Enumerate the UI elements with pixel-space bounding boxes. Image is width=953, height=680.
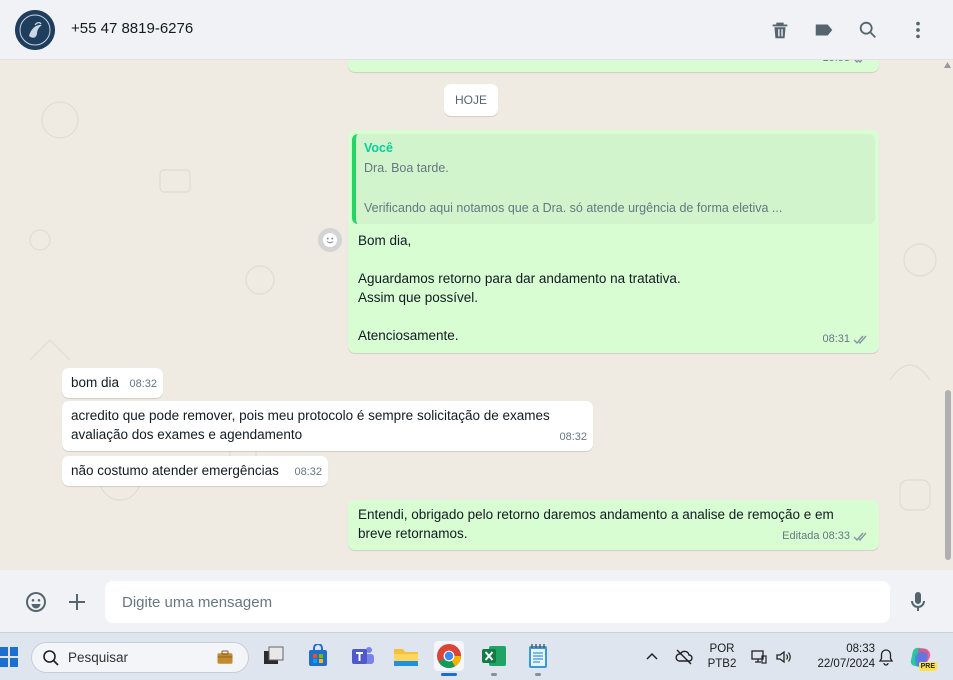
message-time: 15:58 (822, 60, 850, 68)
quote-author: Você (364, 141, 393, 155)
avatar-logo-icon (15, 10, 55, 50)
file-explorer-icon[interactable] (391, 641, 421, 671)
message-text: Bom dia, Aguardamos retorno para dar and… (358, 233, 681, 343)
clock-time: 08:33 (846, 643, 875, 655)
message-text: não costumo atender emergências (71, 463, 279, 478)
notepad-icon[interactable] (523, 641, 553, 676)
windows-taskbar: Pesquisar POR PTB2 08:33 22/07/2024 PRE (0, 632, 953, 680)
network-icon[interactable] (750, 648, 768, 666)
message-meta: 08:32 (559, 428, 587, 447)
message-composer (0, 570, 953, 632)
smiley-icon (323, 233, 337, 247)
volume-icon[interactable] (775, 648, 793, 666)
preview-badge: PRE (918, 662, 937, 671)
chevron-up-icon[interactable] (643, 648, 661, 666)
chat-scrollbar[interactable] (945, 390, 951, 560)
message-time: 08:32 (559, 431, 587, 443)
delete-icon[interactable] (768, 18, 792, 42)
attach-plus-icon[interactable] (64, 589, 90, 615)
microphone-icon[interactable] (905, 589, 931, 615)
language-code: POR (709, 643, 735, 655)
keyboard-layout: PTB2 (707, 658, 737, 670)
contact-name[interactable]: +55 47 8819-6276 (71, 20, 193, 37)
message-time: 08:32 (129, 378, 157, 390)
message-meta: 08:32 (129, 375, 157, 394)
system-clock[interactable]: 08:33 22/07/2024 (805, 642, 875, 672)
message-bubble-outgoing[interactable]: Entendi, obrigado pelo retorno daremos a… (348, 500, 879, 550)
message-time: 08:33 (822, 530, 850, 542)
message-bubble-incoming[interactable]: acredito que pode remover, pois meu prot… (62, 401, 593, 451)
message-text: bom dia (71, 375, 120, 390)
chat-area[interactable]: 15:58 HOJE Você Dra. Boa tarde. Verifica… (0, 60, 953, 570)
cloud-offline-icon[interactable] (675, 648, 693, 666)
quote-text-line: Verificando aqui notamos que a Dra. só a… (364, 201, 783, 215)
copilot-icon[interactable]: PRE (909, 645, 937, 671)
message-meta: 08:31 (822, 330, 869, 349)
label-icon[interactable] (812, 18, 836, 42)
chat-header: +55 47 8819-6276 (0, 0, 953, 60)
message-meta: Editada 08:33 (782, 527, 869, 546)
edited-label: Editada (782, 530, 820, 542)
message-meta: 08:32 (294, 463, 322, 482)
message-bubble-incoming[interactable]: não costumo atender emergências 08:32 (62, 456, 328, 486)
message-bubble-outgoing[interactable]: Você Dra. Boa tarde. Verificando aqui no… (348, 130, 879, 353)
search-icon (43, 649, 59, 666)
quote-text-line: Dra. Boa tarde. (364, 161, 449, 175)
notification-bell-icon[interactable] (877, 648, 895, 666)
search-label: Pesquisar (68, 650, 129, 665)
contact-avatar[interactable] (15, 10, 55, 50)
message-meta: 15:58 (822, 60, 869, 68)
clock-date: 22/07/2024 (817, 658, 875, 670)
microsoft-store-icon[interactable] (303, 641, 333, 671)
quoted-message[interactable]: Você Dra. Boa tarde. Verificando aqui no… (352, 134, 875, 224)
windows-start-icon[interactable] (0, 647, 18, 667)
message-time: 08:32 (294, 466, 322, 478)
emoji-icon[interactable] (23, 589, 49, 615)
message-bubble-previous[interactable]: 15:58 (348, 60, 879, 72)
date-chip: HOJE (444, 84, 498, 116)
react-emoji-button[interactable] (318, 228, 342, 252)
input-language[interactable]: POR PTB2 (706, 642, 738, 672)
menu-icon[interactable] (906, 18, 930, 42)
chrome-icon[interactable] (434, 641, 464, 676)
message-bubble-incoming[interactable]: bom dia 08:32 (62, 368, 163, 398)
teams-icon[interactable] (348, 641, 378, 671)
briefcase-icon (217, 650, 233, 664)
message-input[interactable] (105, 581, 890, 623)
search-icon[interactable] (856, 18, 880, 42)
read-ticks-icon (853, 335, 867, 345)
task-view-icon[interactable] (258, 641, 288, 671)
message-time: 08:31 (822, 333, 850, 345)
excel-icon[interactable] (479, 641, 509, 676)
read-ticks-icon (853, 532, 867, 542)
scroll-up-arrow-icon[interactable] (944, 62, 951, 68)
read-ticks-icon (854, 60, 863, 64)
message-text: acredito que pode remover, pois meu prot… (71, 408, 550, 442)
taskbar-search[interactable]: Pesquisar (31, 642, 249, 673)
